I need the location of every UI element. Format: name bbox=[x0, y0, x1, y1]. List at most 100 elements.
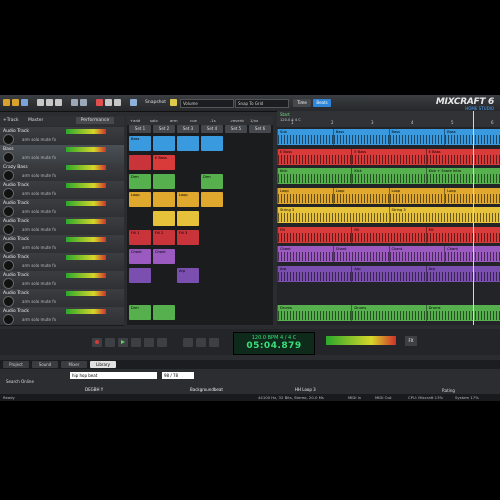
arrangement-clip[interactable]: Chant bbox=[332, 246, 390, 262]
grid-clip[interactable]: Drm bbox=[201, 173, 223, 189]
grid-clip[interactable]: Bass bbox=[129, 136, 151, 151]
grid-header-item[interactable]: 1/xx bbox=[250, 118, 258, 123]
lock-icon[interactable] bbox=[170, 99, 177, 106]
paste-icon[interactable] bbox=[55, 99, 62, 106]
forward-button[interactable] bbox=[144, 338, 154, 347]
grid-clip[interactable] bbox=[153, 192, 175, 208]
pan-knob[interactable] bbox=[3, 314, 14, 325]
beats-button[interactable]: Beats bbox=[313, 99, 331, 107]
track-row[interactable]: Audio Track arm solo mute fx bbox=[0, 127, 124, 146]
library-result[interactable]: HH Loop 3 bbox=[295, 387, 316, 392]
grid-clip[interactable]: Loop bbox=[129, 192, 151, 208]
arrangement-clip[interactable]: Drums bbox=[277, 304, 353, 321]
library-tab[interactable]: Sound bbox=[32, 361, 58, 368]
pan-knob[interactable] bbox=[3, 260, 14, 271]
track-buttons[interactable]: arm solo mute fx bbox=[22, 209, 56, 214]
arrangement-clip[interactable]: Fill bbox=[277, 226, 353, 243]
track-row[interactable]: Crazy Bass arm solo mute fx bbox=[0, 163, 124, 182]
library-tab[interactable]: Mixer bbox=[61, 361, 87, 368]
record-icon[interactable] bbox=[96, 99, 103, 106]
grid-clip[interactable]: Drm bbox=[129, 305, 151, 321]
arrangement-clip[interactable]: Bass bbox=[332, 129, 390, 145]
arrangement-clip[interactable]: Loop bbox=[277, 187, 334, 204]
arrangement-clip[interactable]: Arp bbox=[351, 265, 427, 282]
arrangement-clip[interactable]: Loop bbox=[332, 187, 390, 204]
library-tab[interactable]: Library bbox=[90, 361, 116, 368]
metronome-button[interactable] bbox=[196, 338, 206, 347]
grid-clip[interactable] bbox=[153, 305, 175, 321]
arrangement-clip[interactable]: Chant bbox=[277, 246, 334, 262]
metronome-icon[interactable] bbox=[130, 99, 137, 106]
track-row[interactable]: Audio Track arm solo mute fx bbox=[0, 235, 124, 254]
play-button[interactable] bbox=[118, 338, 128, 347]
grid-clip[interactable] bbox=[177, 211, 199, 227]
track-buttons[interactable]: arm solo mute fx bbox=[22, 245, 56, 250]
track-row[interactable]: Audio Track arm solo mute fx bbox=[0, 289, 124, 308]
grid-header-item[interactable]: -1s bbox=[210, 118, 216, 123]
stop-button[interactable] bbox=[131, 338, 141, 347]
track-buttons[interactable]: arm solo mute fx bbox=[22, 191, 56, 196]
track-buttons[interactable]: arm solo mute fx bbox=[22, 173, 56, 178]
arrangement-clip[interactable]: String 3 bbox=[388, 207, 500, 223]
playhead[interactable] bbox=[473, 111, 474, 325]
snap-to-grid-select[interactable]: Snap To Grid bbox=[235, 99, 289, 108]
arrangement-clip[interactable]: Fill bbox=[351, 226, 427, 243]
scene-launch-button[interactable]: Set 1 bbox=[129, 125, 151, 133]
track-buttons[interactable]: arm solo mute fx bbox=[22, 299, 56, 304]
pan-knob[interactable] bbox=[3, 206, 14, 217]
grid-header-item[interactable]: arm bbox=[170, 118, 178, 123]
arrangement-clip[interactable]: Drums bbox=[425, 304, 500, 321]
end-button[interactable] bbox=[157, 338, 167, 347]
start-marker[interactable]: Start bbox=[280, 112, 290, 117]
arrangement-clip[interactable]: Arp bbox=[425, 265, 500, 282]
scene-launch-button[interactable]: Set 6 bbox=[249, 125, 271, 133]
arrangement-clip[interactable]: Chant bbox=[388, 246, 446, 262]
rewind-button[interactable] bbox=[105, 338, 115, 347]
pan-knob[interactable] bbox=[3, 152, 14, 163]
track-row[interactable]: Audio Track arm solo mute fx bbox=[0, 181, 124, 200]
track-buttons[interactable]: arm solo mute fx bbox=[22, 155, 56, 160]
scene-launch-button[interactable]: Set 4 bbox=[201, 125, 223, 133]
track-buttons[interactable]: arm solo mute fx bbox=[22, 227, 56, 232]
grid-clip[interactable] bbox=[153, 211, 175, 227]
zoom-in-icon[interactable] bbox=[105, 99, 112, 106]
track-buttons[interactable]: arm solo mute fx bbox=[22, 137, 56, 142]
library-result[interactable]: DEGBH Y bbox=[85, 387, 103, 392]
arrangement-clip[interactable]: Kick bbox=[351, 168, 427, 184]
grid-clip[interactable] bbox=[201, 136, 223, 151]
bpm-filter-input[interactable]: 98 / 78 bbox=[162, 372, 194, 379]
grid-clip[interactable]: Fill 3 bbox=[177, 230, 199, 245]
timeline-ruler[interactable]: Start 120.0 4 4 C 123456 bbox=[277, 111, 500, 127]
grid-clip[interactable]: Chant bbox=[153, 248, 175, 264]
time-button[interactable]: Time bbox=[293, 99, 311, 107]
performance-button[interactable]: Performance bbox=[76, 117, 114, 124]
grid-header-item[interactable]: -reverb bbox=[230, 118, 244, 123]
pan-knob[interactable] bbox=[3, 170, 14, 181]
grid-clip[interactable] bbox=[177, 136, 199, 151]
track-row[interactable]: Audio Track arm solo mute fx bbox=[0, 307, 124, 326]
grid-clip[interactable]: Fill 2 bbox=[153, 230, 175, 245]
grid-clip[interactable]: Chant bbox=[129, 248, 151, 264]
track-row[interactable]: Audio Track arm solo mute fx bbox=[0, 271, 124, 290]
click-button[interactable] bbox=[209, 338, 219, 347]
arrangement-clip[interactable]: String 3 bbox=[277, 207, 390, 223]
library-tab[interactable]: Project bbox=[3, 361, 29, 368]
cut-icon[interactable] bbox=[37, 99, 44, 106]
redo-icon[interactable] bbox=[80, 99, 87, 106]
arrangement-clip[interactable]: Fill bbox=[425, 226, 500, 243]
arrangement-clip[interactable]: Loop bbox=[388, 187, 446, 204]
track-row[interactable]: Bass arm solo mute fx bbox=[0, 145, 124, 164]
track-buttons[interactable]: arm solo mute fx bbox=[22, 263, 56, 268]
grid-clip[interactable]: Drm bbox=[129, 173, 151, 189]
track-row[interactable]: Audio Track arm solo mute fx bbox=[0, 253, 124, 272]
scene-launch-button[interactable]: Set 3 bbox=[177, 125, 199, 133]
grid-clip[interactable]: Loop bbox=[177, 192, 199, 208]
grid-clip[interactable] bbox=[153, 136, 175, 151]
track-buttons[interactable]: arm solo mute fx bbox=[22, 281, 56, 286]
grid-header-item[interactable]: solo bbox=[150, 118, 158, 123]
grid-clip[interactable] bbox=[129, 267, 151, 283]
library-result[interactable]: Backgroundbeat bbox=[190, 387, 223, 392]
record-button[interactable] bbox=[92, 338, 102, 347]
zoom-out-icon[interactable] bbox=[114, 99, 121, 106]
pan-knob[interactable] bbox=[3, 188, 14, 199]
